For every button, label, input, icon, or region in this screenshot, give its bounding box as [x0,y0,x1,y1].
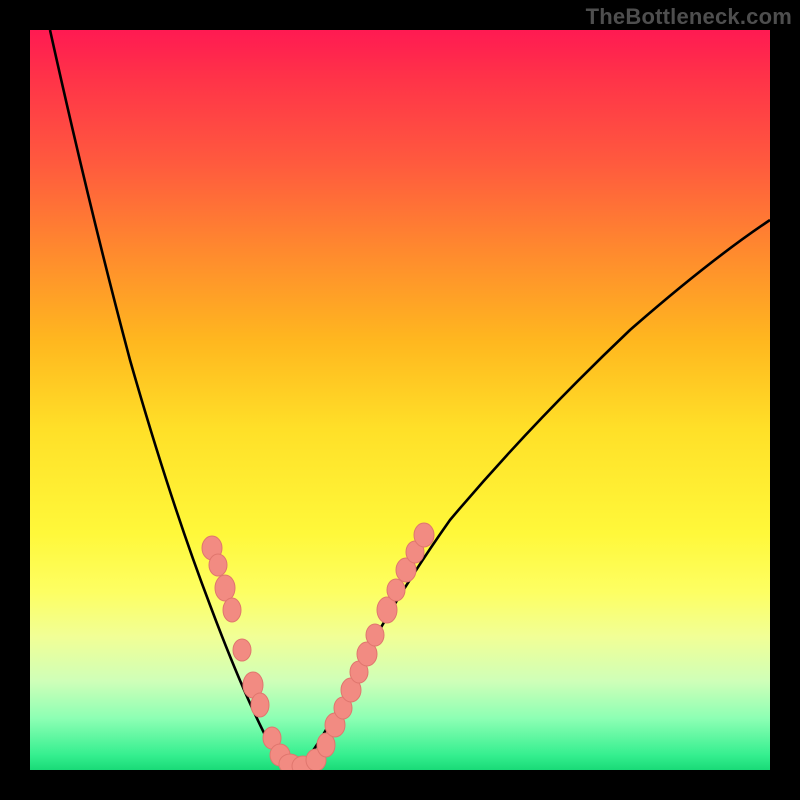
curve-layer [30,30,770,770]
highlight-dot [366,624,384,646]
highlight-dot [223,598,241,622]
left-curve [50,30,288,765]
highlight-dot [215,575,235,601]
highlight-dot [414,523,434,547]
highlight-dot [251,693,269,717]
highlight-dot [209,554,227,576]
plot-area [30,30,770,770]
marker-group [202,523,434,770]
watermark-text: TheBottleneck.com [586,4,792,30]
highlight-dot [233,639,251,661]
chart-stage: TheBottleneck.com [0,0,800,800]
highlight-dot [387,579,405,601]
right-curve [302,220,770,765]
